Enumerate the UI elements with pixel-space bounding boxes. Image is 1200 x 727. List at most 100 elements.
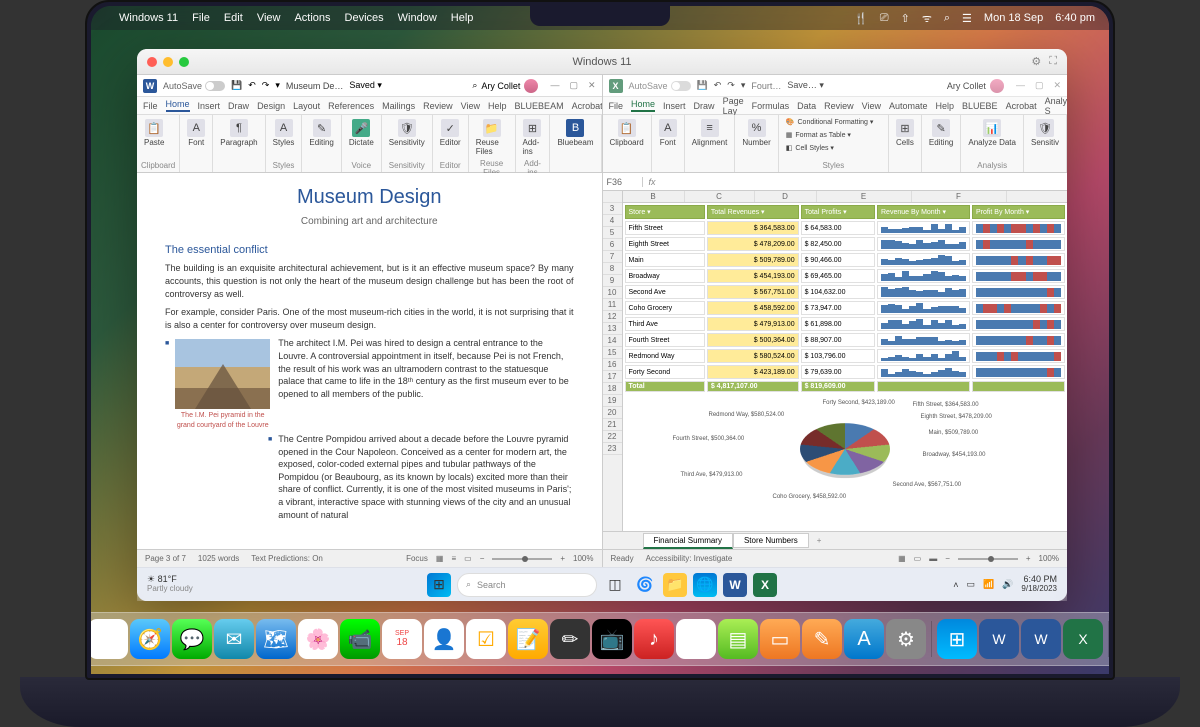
menubar-window[interactable]: Window bbox=[398, 12, 437, 24]
explorer-icon[interactable]: 📁 bbox=[663, 573, 687, 597]
reminders-icon[interactable]: ☑ bbox=[466, 619, 506, 659]
photos-icon[interactable]: 🌸 bbox=[298, 619, 338, 659]
tab-bluebeam[interactable]: BLUEBEAM bbox=[515, 101, 564, 111]
word-dock-icon[interactable]: W bbox=[979, 619, 1019, 659]
safari-icon[interactable]: 🧭 bbox=[130, 619, 170, 659]
menubar-app[interactable]: Windows 11 bbox=[119, 12, 178, 24]
word-count[interactable]: 1025 words bbox=[198, 554, 239, 563]
name-box[interactable]: F36 bbox=[603, 177, 643, 187]
tv-icon[interactable]: 📺 bbox=[592, 619, 632, 659]
user-name[interactable]: Ary Collet bbox=[947, 81, 986, 91]
tab-draw[interactable]: Draw bbox=[228, 101, 249, 111]
save-icon[interactable]: 💾 bbox=[231, 80, 242, 91]
screen-icon[interactable]: ⎚ bbox=[880, 12, 889, 25]
wifi-icon[interactable]: ᯤ bbox=[922, 11, 932, 26]
tab-design[interactable]: Design bbox=[257, 101, 285, 111]
pie-chart[interactable]: Forty Second, $423,189.00Redmond Way, $5… bbox=[623, 394, 1068, 504]
format-table-button[interactable]: ▦ Format as Table ▾ bbox=[783, 130, 884, 140]
accessibility-indicator[interactable]: Accessibility: Investigate bbox=[646, 554, 733, 563]
search-box[interactable]: ⌕Search bbox=[457, 573, 597, 597]
clipboard-button[interactable]: 📋Clipboard bbox=[607, 117, 647, 149]
cell-styles-button[interactable]: ◧ Cell Styles ▾ bbox=[783, 143, 884, 153]
view-icon[interactable]: ≡ bbox=[451, 554, 456, 563]
edge-icon[interactable]: 🌐 bbox=[693, 573, 717, 597]
focus-mode[interactable]: Focus bbox=[406, 554, 428, 563]
tab-automate[interactable]: Automate bbox=[889, 101, 928, 111]
undo-icon[interactable]: ↶ bbox=[248, 80, 256, 91]
view-icon[interactable]: ▬ bbox=[929, 554, 937, 563]
view-icon[interactable]: ▭ bbox=[464, 554, 472, 563]
tab-home[interactable]: Home bbox=[166, 99, 190, 112]
maximize-icon[interactable]: ▢ bbox=[1035, 80, 1044, 91]
autosave-toggle[interactable] bbox=[205, 81, 225, 91]
minimize-icon[interactable]: — bbox=[550, 80, 559, 91]
data-table[interactable]: Store ▾Total Revenues ▾Total Profits ▾Re… bbox=[623, 203, 1068, 394]
tab-insert[interactable]: Insert bbox=[663, 101, 686, 111]
zoom-slider[interactable] bbox=[492, 558, 552, 560]
styles-button[interactable]: AStyles bbox=[270, 117, 298, 149]
facetime-icon[interactable]: 📹 bbox=[340, 619, 380, 659]
page-indicator[interactable]: Page 3 of 7 bbox=[145, 554, 186, 563]
contacts-icon[interactable]: 👤 bbox=[424, 619, 464, 659]
tab-acrobat[interactable]: Acrobat bbox=[1006, 101, 1037, 111]
editing-button[interactable]: ✎Editing bbox=[926, 117, 956, 149]
excel-dock-icon[interactable]: X bbox=[1063, 619, 1103, 659]
tab-draw[interactable]: Draw bbox=[694, 101, 715, 111]
start-button[interactable]: ⊞ bbox=[427, 573, 451, 597]
maximize-icon[interactable]: ▢ bbox=[569, 80, 578, 91]
menubar-help[interactable]: Help bbox=[451, 12, 474, 24]
menubar-edit[interactable]: Edit bbox=[224, 12, 243, 24]
analyze-button[interactable]: 📊Analyze Data bbox=[965, 117, 1019, 149]
tab-formulas[interactable]: Formulas bbox=[752, 101, 790, 111]
tab-pagelayout[interactable]: Page Lay bbox=[723, 96, 744, 116]
search-icon[interactable]: ⌕ bbox=[472, 80, 477, 91]
menubar-devices[interactable]: Devices bbox=[345, 12, 384, 24]
mail-icon[interactable]: ✉ bbox=[214, 619, 254, 659]
tab-file[interactable]: File bbox=[609, 101, 624, 111]
paragraph-button[interactable]: ¶Paragraph bbox=[217, 117, 260, 149]
tab-acrobat[interactable]: Acrobat bbox=[572, 101, 603, 111]
excel-taskbar-icon[interactable]: X bbox=[753, 573, 777, 597]
music-icon[interactable]: ♪ bbox=[634, 619, 674, 659]
messages-icon[interactable]: 💬 bbox=[172, 619, 212, 659]
news-icon[interactable]: N bbox=[676, 619, 716, 659]
add-sheet-button[interactable]: + bbox=[809, 536, 830, 545]
share-icon[interactable]: ⇧ bbox=[901, 12, 910, 25]
zoom-level[interactable]: 100% bbox=[1039, 554, 1059, 563]
search-icon[interactable]: ⌕ bbox=[944, 12, 950, 25]
menubar-actions[interactable]: Actions bbox=[294, 12, 330, 24]
view-icon[interactable]: ▦ bbox=[436, 554, 444, 563]
maps-icon[interactable]: 🗺 bbox=[256, 619, 296, 659]
reuse-button[interactable]: 📁Reuse Files bbox=[473, 117, 511, 158]
tab-analytics[interactable]: Analytic S bbox=[1045, 96, 1067, 116]
menubar-file[interactable]: File bbox=[192, 12, 210, 24]
tab-help[interactable]: Help bbox=[936, 101, 955, 111]
windows-icon[interactable]: ⊞ bbox=[937, 619, 977, 659]
autosave-toggle[interactable] bbox=[671, 81, 691, 91]
volume-icon[interactable]: 🔊 bbox=[1002, 579, 1013, 590]
view-icon[interactable]: ▦ bbox=[898, 554, 906, 563]
fx-icon[interactable]: fx bbox=[643, 177, 662, 187]
appstore-icon[interactable]: A bbox=[844, 619, 884, 659]
settings-icon[interactable]: ⚙ bbox=[886, 619, 926, 659]
tray-icon[interactable]: ▭ bbox=[966, 579, 975, 590]
utensils-icon[interactable]: 🍴 bbox=[854, 12, 868, 25]
close-icon[interactable]: ✕ bbox=[1053, 80, 1061, 91]
keynote-icon[interactable]: ▭ bbox=[760, 619, 800, 659]
sensitivity-button[interactable]: 🛡Sensitiv bbox=[1028, 117, 1062, 149]
undo-icon[interactable]: ↶ bbox=[714, 80, 722, 91]
document-name[interactable]: Fourt… bbox=[751, 81, 781, 91]
chevron-up-icon[interactable]: ˄ bbox=[953, 580, 958, 590]
avatar[interactable] bbox=[990, 79, 1004, 93]
pages-icon[interactable]: ✎ bbox=[802, 619, 842, 659]
tab-view[interactable]: View bbox=[461, 101, 480, 111]
close-icon[interactable]: ✕ bbox=[588, 80, 596, 91]
tab-data[interactable]: Data bbox=[797, 101, 816, 111]
expand-icon[interactable]: ⛶ bbox=[1049, 55, 1057, 68]
save-status[interactable]: Save… ▾ bbox=[787, 80, 824, 91]
tab-review[interactable]: Review bbox=[824, 101, 854, 111]
conditional-formatting-button[interactable]: 🎨 Conditional Formatting ▾ bbox=[783, 117, 884, 127]
editor-button[interactable]: ✓Editor bbox=[437, 117, 464, 149]
cells-button[interactable]: ⊞Cells bbox=[893, 117, 917, 149]
paste-button[interactable]: 📋Paste bbox=[141, 117, 167, 149]
